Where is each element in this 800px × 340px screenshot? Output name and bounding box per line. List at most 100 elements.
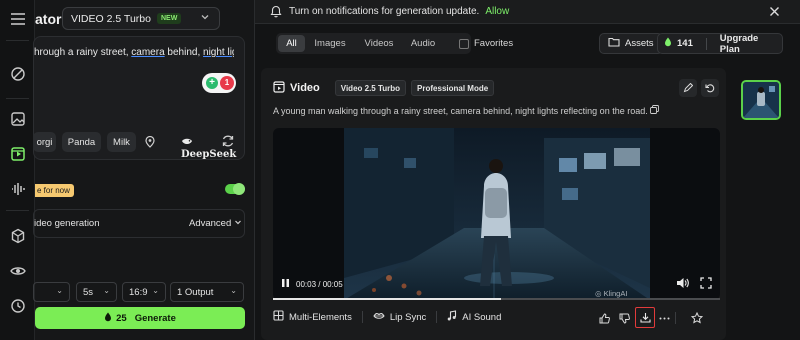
results-area: Turn on notifications for generation upd… bbox=[255, 0, 800, 340]
video-frame bbox=[344, 128, 650, 300]
video-prompt: A young man walking through a rainy stre… bbox=[273, 105, 660, 116]
divider bbox=[705, 37, 707, 50]
style-chip-corgi[interactable]: orgi bbox=[33, 132, 56, 152]
folder-icon bbox=[608, 37, 620, 50]
close-icon[interactable] bbox=[769, 6, 780, 20]
tab-audio[interactable]: Audio bbox=[405, 35, 441, 52]
grid-icon bbox=[273, 310, 284, 324]
duration-select[interactable]: 5s ⌄ bbox=[76, 282, 117, 302]
klingai-logo-icon: ◎ bbox=[595, 289, 602, 298]
chevron-down-icon bbox=[234, 218, 242, 229]
bell-icon bbox=[270, 5, 282, 21]
model-tag: Video 2.5 Turbo bbox=[334, 80, 407, 96]
notification-text: Turn on notifications for generation upd… bbox=[289, 6, 510, 17]
copy-icon[interactable] bbox=[650, 105, 660, 116]
chevron-down-icon: ⌄ bbox=[103, 286, 110, 295]
promo-badge: e for now bbox=[35, 184, 74, 197]
output-count-select[interactable]: 1 Output ⌄ bbox=[170, 282, 244, 302]
aspect-ratio-select[interactable]: 16:9 ⌄ bbox=[122, 282, 166, 302]
video-player[interactable] bbox=[273, 128, 720, 300]
advanced-toggle[interactable]: Advanced bbox=[189, 218, 242, 229]
tab-videos[interactable]: Videos bbox=[360, 35, 398, 52]
generate-button[interactable]: 25 Generate bbox=[35, 307, 245, 329]
divider bbox=[436, 311, 438, 323]
video-icon[interactable] bbox=[9, 145, 27, 163]
retry-button[interactable] bbox=[701, 79, 719, 97]
time-display: 00:03 / 00:05 bbox=[296, 279, 343, 289]
allow-link[interactable]: Allow bbox=[485, 6, 509, 17]
lips-icon bbox=[373, 312, 385, 323]
left-rail bbox=[0, 0, 35, 340]
model-name: VIDEO 2.5 Turbo bbox=[71, 12, 151, 25]
pencil-icon bbox=[683, 83, 693, 93]
card-actions: Multi-Elements Lip Sync AI Sound bbox=[273, 310, 511, 324]
favorites-filter[interactable]: Favorites bbox=[459, 38, 513, 49]
chevron-down-icon: ⌄ bbox=[152, 286, 159, 295]
mode-select[interactable]: ⌄ bbox=[33, 282, 70, 302]
card-header: Video Video 2.5 Turbo Professional Mode bbox=[273, 80, 495, 96]
chevron-down-icon bbox=[200, 12, 210, 25]
progress-bar[interactable] bbox=[273, 298, 720, 300]
style-chip-milk[interactable]: Milk bbox=[107, 132, 136, 152]
eye-icon[interactable] bbox=[9, 262, 27, 280]
credit-drop-icon bbox=[104, 312, 112, 325]
panel-title: ator bbox=[35, 11, 62, 27]
generator-panel: ator VIDEO 2.5 Turbo NEW hrough a rainy … bbox=[33, 0, 255, 340]
multi-elements-button[interactable]: Multi-Elements bbox=[273, 310, 352, 324]
new-badge: NEW bbox=[156, 13, 182, 24]
credit-drop-icon bbox=[664, 37, 672, 50]
tab-images[interactable]: Images bbox=[310, 35, 350, 52]
fullscreen-icon[interactable] bbox=[700, 277, 712, 292]
plus-icon: + bbox=[206, 77, 218, 89]
filter-tabs: All Images Videos Audio bbox=[276, 33, 471, 54]
chevron-down-icon: ⌄ bbox=[230, 286, 237, 295]
image-icon[interactable] bbox=[9, 110, 27, 128]
credits-upgrade-group: 141 Upgrade Plan bbox=[657, 33, 783, 55]
assets-button[interactable]: Assets bbox=[599, 33, 663, 54]
cube-icon[interactable] bbox=[9, 227, 27, 245]
generate-cost: 25 bbox=[116, 312, 127, 324]
more-options-icon[interactable] bbox=[655, 309, 673, 327]
video-generation-label: ideo generation bbox=[34, 218, 100, 229]
credits-count: 141 bbox=[677, 38, 693, 49]
location-pin-icon[interactable] bbox=[144, 135, 156, 151]
volume-icon[interactable] bbox=[676, 277, 689, 292]
history-icon[interactable] bbox=[9, 297, 27, 315]
watermark: ◎ KlingAI bbox=[595, 289, 628, 298]
image-brush-icon[interactable] bbox=[9, 65, 27, 83]
download-icon bbox=[639, 313, 651, 323]
music-note-icon bbox=[447, 310, 457, 324]
model-selector[interactable]: VIDEO 2.5 Turbo NEW bbox=[62, 7, 220, 30]
refresh-icon[interactable] bbox=[221, 134, 235, 151]
pause-icon[interactable] bbox=[281, 278, 290, 290]
ai-sound-button[interactable]: AI Sound bbox=[447, 310, 501, 324]
edit-button[interactable] bbox=[679, 79, 697, 97]
thumbs-down-icon[interactable] bbox=[615, 309, 633, 327]
video-generation-row[interactable]: ideo generation Advanced bbox=[33, 209, 245, 238]
undo-icon bbox=[705, 84, 715, 93]
prompt-input[interactable]: hrough a rainy street, camera behind, ni… bbox=[34, 47, 234, 58]
audio-wave-icon[interactable] bbox=[9, 180, 27, 198]
whale-icon bbox=[181, 138, 193, 149]
lip-sync-button[interactable]: Lip Sync bbox=[373, 312, 426, 323]
menu-icon[interactable] bbox=[9, 10, 27, 28]
progress-fill bbox=[273, 298, 501, 300]
style-chip-panda[interactable]: Panda bbox=[62, 132, 101, 152]
upgrade-plan-button[interactable]: Upgrade Plan bbox=[720, 33, 776, 55]
mode-tag: Professional Mode bbox=[411, 80, 495, 96]
tab-all[interactable]: All bbox=[278, 35, 305, 52]
thumbs-up-icon[interactable] bbox=[595, 309, 613, 327]
chevron-down-icon: ⌄ bbox=[56, 286, 63, 295]
divider bbox=[675, 312, 676, 324]
prompt-helper-badge[interactable]: + 1 bbox=[202, 73, 236, 93]
download-button[interactable] bbox=[635, 307, 655, 328]
video-type-icon bbox=[273, 80, 285, 96]
notification-count: 1 bbox=[220, 76, 234, 90]
notification-bar: Turn on notifications for generation upd… bbox=[255, 0, 800, 24]
playback-controls: 00:03 / 00:05 bbox=[281, 278, 343, 290]
favorites-checkbox[interactable] bbox=[459, 38, 469, 49]
feature-toggle[interactable] bbox=[225, 183, 245, 195]
star-icon[interactable] bbox=[688, 309, 706, 327]
result-thumbnail[interactable] bbox=[741, 80, 781, 120]
divider bbox=[361, 311, 363, 323]
